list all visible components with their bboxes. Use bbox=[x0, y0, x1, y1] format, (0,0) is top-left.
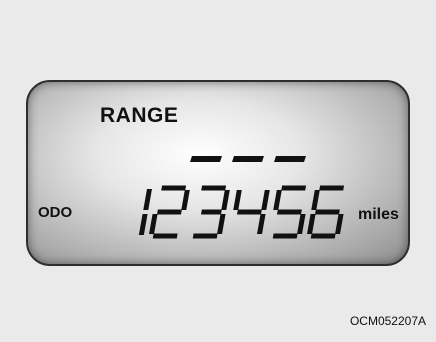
odo-digit-1 bbox=[138, 189, 152, 235]
odo-digit-4 bbox=[233, 190, 270, 234]
odo-label: ODO bbox=[38, 204, 73, 221]
odometer-value bbox=[138, 185, 345, 239]
range-dash-3 bbox=[274, 156, 306, 162]
range-dash-2 bbox=[232, 156, 264, 162]
unit-label: miles bbox=[358, 206, 399, 223]
odo-digit-6 bbox=[307, 185, 345, 239]
odo-digit-2 bbox=[149, 185, 190, 239]
figure-caption: OCM052207A bbox=[349, 314, 426, 328]
range-dash-1 bbox=[190, 156, 222, 162]
odo-digit-5 bbox=[272, 185, 307, 239]
range-label: RANGE bbox=[100, 104, 179, 127]
figure-panel: RANGE ODO miles OCM052207A bbox=[0, 0, 436, 342]
range-value-dashes bbox=[190, 156, 306, 162]
odo-digit-3 bbox=[192, 185, 230, 239]
lcd-display: RANGE ODO miles bbox=[26, 80, 410, 266]
